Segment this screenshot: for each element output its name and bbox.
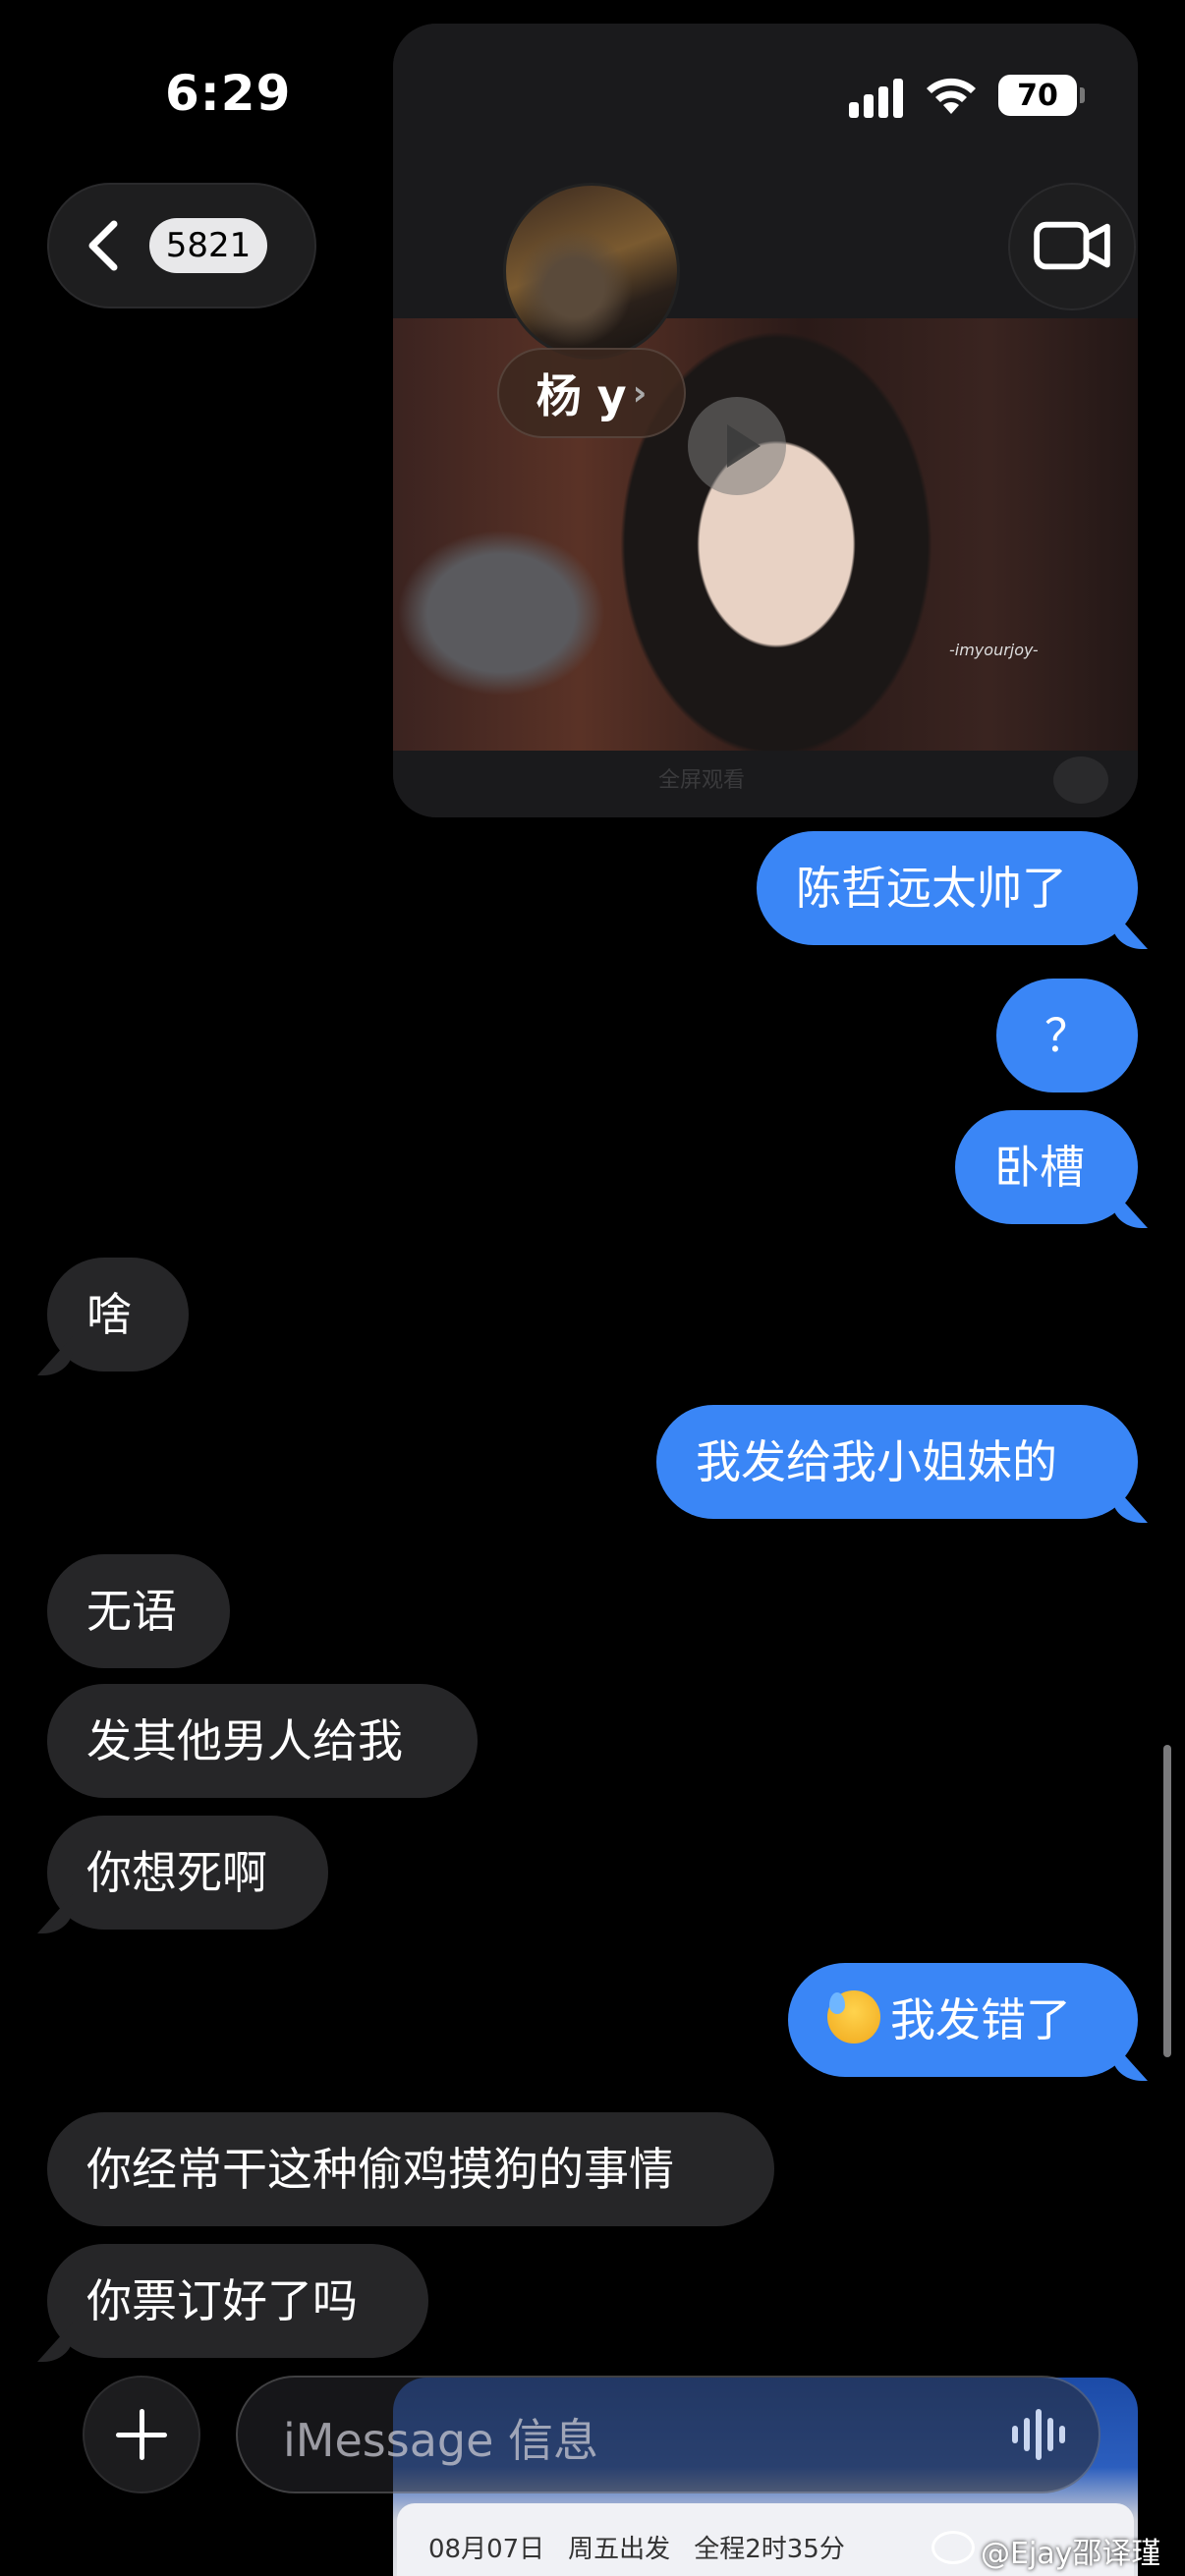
contact-name-button[interactable]: 杨 y › xyxy=(497,348,686,438)
battery-indicator: 70 xyxy=(998,75,1085,116)
sweat-face-emoji xyxy=(827,1990,880,2044)
audio-waveform-icon[interactable] xyxy=(1012,2409,1065,2460)
plus-icon-vertical xyxy=(140,2409,144,2460)
message-bubble-incoming[interactable]: 发其他男人给我 xyxy=(47,1684,478,1798)
cellular-signal-icon xyxy=(849,77,908,118)
chevron-left-icon xyxy=(88,220,118,271)
video-camera-icon xyxy=(1034,221,1110,270)
facetime-video-button[interactable] xyxy=(1008,183,1136,310)
wifi-icon xyxy=(927,78,976,114)
fullscreen-label[interactable]: 全屏观看 xyxy=(658,762,745,794)
message-bubble-outgoing[interactable]: 我发错了 xyxy=(788,1963,1138,2077)
message-bubble-outgoing[interactable]: ？ xyxy=(996,979,1138,1092)
shared-video-card[interactable]: -imyourjoy- 全屏观看 xyxy=(393,24,1138,817)
credit-watermark: @Ejay邵译瑾 xyxy=(981,2537,1161,2571)
unread-count-badge: 5821 xyxy=(149,218,267,273)
status-time: 6:29 xyxy=(165,65,292,122)
chevron-right-icon: › xyxy=(632,372,648,414)
trip-duration: 全程2时35分 xyxy=(694,2535,845,2564)
trip-info: 08月07日 周五出发 全程2时35分 xyxy=(428,2529,869,2565)
play-icon xyxy=(727,424,761,468)
trip-day: 周五出发 xyxy=(568,2535,671,2564)
message-bubble-outgoing[interactable]: 陈哲远太帅了 xyxy=(757,831,1138,945)
message-bubble-incoming[interactable]: 你经常干这种偷鸡摸狗的事情 xyxy=(47,2112,774,2226)
message-bubble-outgoing[interactable]: 卧槽 xyxy=(955,1110,1138,1224)
video-watermark: -imyourjoy- xyxy=(949,641,1039,659)
message-bubble-incoming[interactable]: 啥 xyxy=(47,1258,189,1372)
video-card-footer xyxy=(393,751,1138,817)
message-text: 我发错了 xyxy=(890,1993,1071,2046)
message-bubble-incoming[interactable]: 你想死啊 xyxy=(47,1816,328,1930)
message-input-placeholder: iMessage 信息 xyxy=(283,2414,599,2467)
contact-avatar[interactable] xyxy=(503,183,680,360)
message-bubble-incoming[interactable]: 无语 xyxy=(47,1554,230,1668)
message-bubble-incoming[interactable]: 你票订好了吗 xyxy=(47,2244,428,2358)
trip-date: 08月07日 xyxy=(428,2535,545,2564)
comment-icon xyxy=(1053,756,1108,804)
contact-name: 杨 y xyxy=(536,369,627,422)
scroll-indicator[interactable] xyxy=(1163,1745,1171,2057)
message-bubble-outgoing[interactable]: 我发给我小姐妹的 xyxy=(656,1405,1138,1519)
weibo-logo-icon xyxy=(931,2531,975,2564)
